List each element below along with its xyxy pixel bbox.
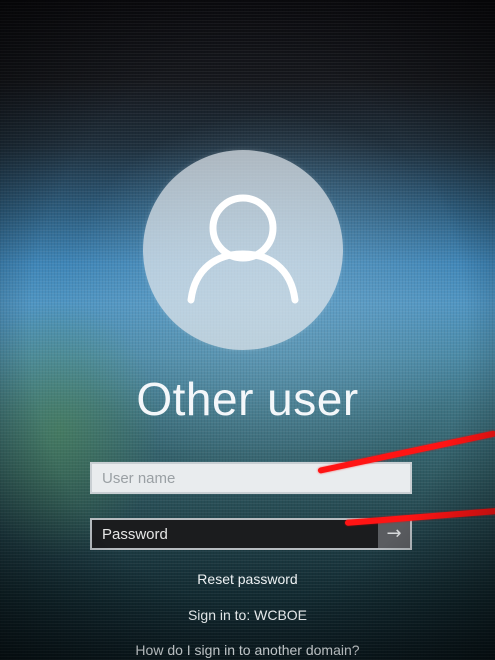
submit-button[interactable]: → (378, 520, 410, 548)
other-domain-help-link[interactable]: How do I sign in to another domain? (0, 642, 495, 658)
account-title: Other user (136, 373, 359, 425)
lock-screen: Other user → Reset password Sign in to: … (0, 0, 495, 660)
username-input[interactable] (90, 462, 412, 494)
sign-in-domain-text: Sign in to: WCBOE (187, 607, 308, 623)
password-input[interactable] (92, 520, 378, 548)
user-avatar (143, 150, 343, 350)
reset-password-link[interactable]: Reset password (0, 571, 495, 587)
annotation-arrow-password (344, 507, 495, 526)
user-silhouette-icon (187, 194, 299, 304)
arrow-right-icon: → (386, 523, 402, 544)
